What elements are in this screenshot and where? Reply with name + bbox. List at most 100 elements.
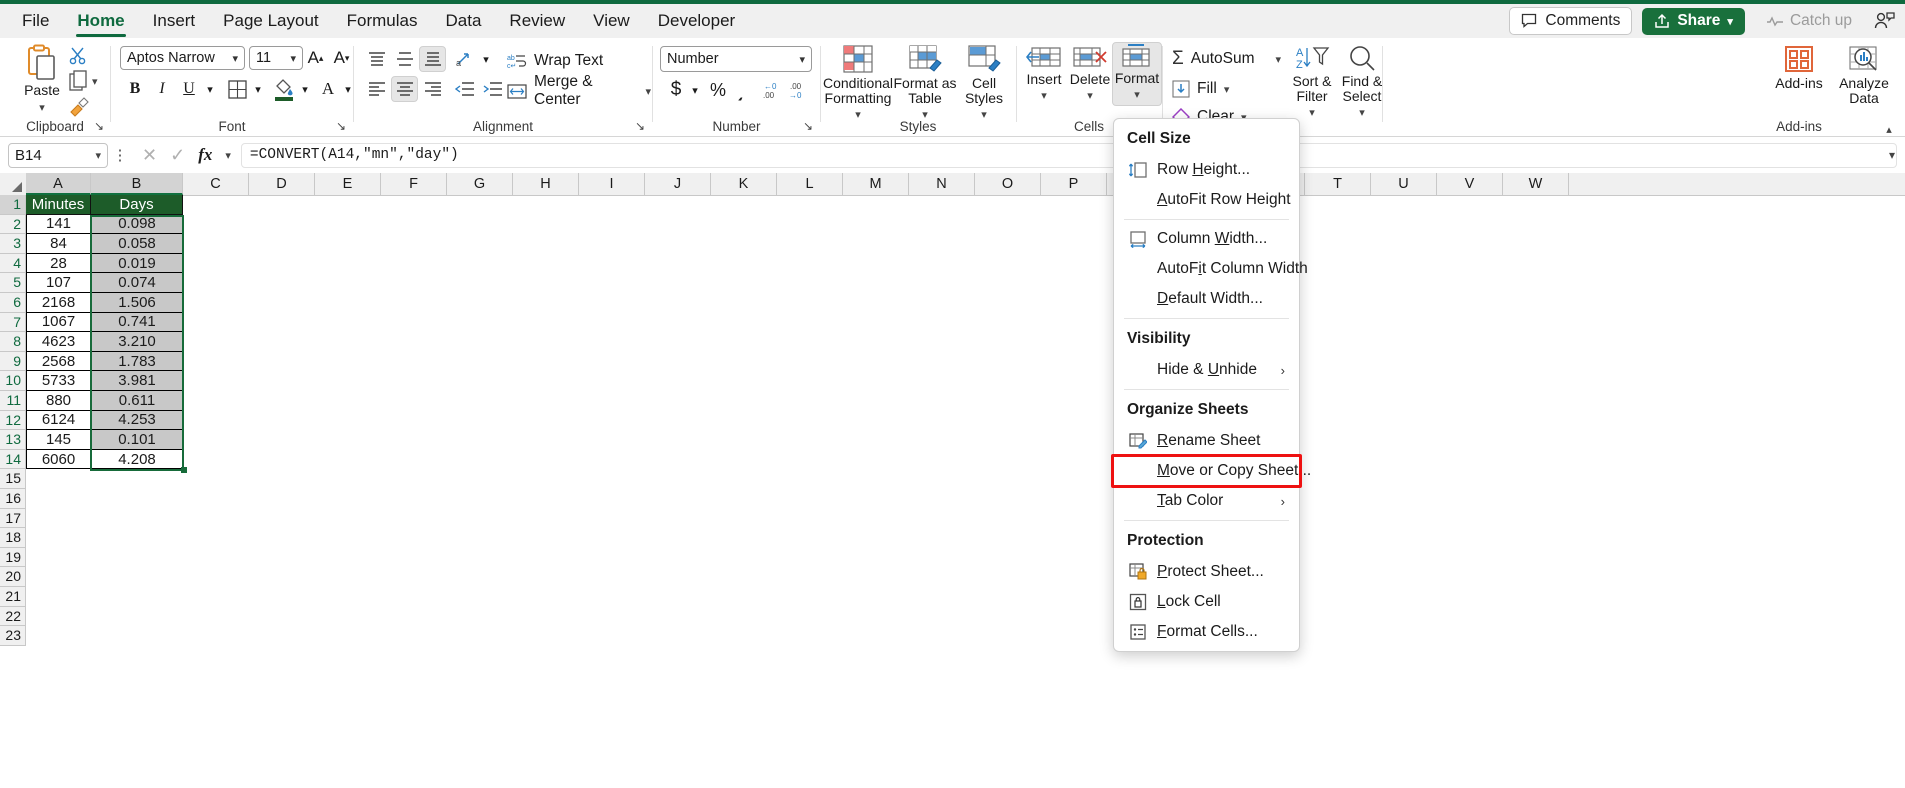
menu-item-autofit-row-height[interactable]: AutoFit Row Height <box>1114 185 1299 215</box>
menu-item-hide-unhide[interactable]: Hide & Unhide › <box>1114 355 1299 385</box>
catch-up-button[interactable]: Catch up <box>1755 7 1863 35</box>
copy-icon[interactable]: ▾ <box>68 70 106 92</box>
autosum-button[interactable]: Σ AutoSum ▾ <box>1172 46 1281 72</box>
row-header-13[interactable]: 13 <box>0 430 26 450</box>
orientation-button[interactable]: a <box>451 46 478 72</box>
cell-A11[interactable]: 880 <box>26 391 91 411</box>
sort-filter-button[interactable]: AZ Sort & Filter ▾ <box>1284 44 1340 121</box>
collapse-ribbon-button[interactable]: ▴ <box>1879 122 1899 136</box>
chevron-down-icon[interactable]: ▾ <box>251 78 265 100</box>
row-header-7[interactable]: 7 <box>0 312 26 333</box>
row-header-21[interactable]: 21 <box>0 587 26 607</box>
row-header-12[interactable]: 12 <box>0 410 26 431</box>
format-as-table-button[interactable]: Format as Table ▾ <box>892 44 958 123</box>
align-right-button[interactable] <box>419 76 446 102</box>
menu-item-rename-sheet[interactable]: Rename Sheet <box>1114 426 1299 456</box>
chevron-down-icon[interactable]: ▾ <box>1087 90 1093 102</box>
column-header-O[interactable]: O <box>975 173 1041 195</box>
column-header-F[interactable]: F <box>381 173 447 195</box>
cell-B6[interactable]: 1.506 <box>91 293 183 313</box>
row-header-19[interactable]: 19 <box>0 547 26 568</box>
chevron-down-icon[interactable]: ▾ <box>1224 83 1230 96</box>
cell-B5[interactable]: 0.074 <box>91 273 183 293</box>
tab-insert[interactable]: Insert <box>139 4 210 38</box>
column-header-K[interactable]: K <box>711 173 777 195</box>
column-header-H[interactable]: H <box>513 173 579 195</box>
chevron-down-icon[interactable]: ▾ <box>645 85 651 98</box>
chevron-down-icon[interactable]: ▾ <box>479 48 493 70</box>
row-header-3[interactable]: 3 <box>0 234 26 254</box>
chevron-down-icon[interactable]: ▾ <box>298 78 312 100</box>
name-box[interactable]: B14 ▾ <box>8 142 108 168</box>
cell-B10[interactable]: 3.981 <box>91 371 183 391</box>
cell-A4[interactable]: 28 <box>26 253 91 274</box>
align-bottom-button[interactable] <box>419 46 446 72</box>
align-middle-button[interactable] <box>391 46 418 72</box>
decrease-font-size-button[interactable]: A ▾ <box>330 46 353 70</box>
underline-button[interactable]: U <box>176 76 202 102</box>
increase-indent-button[interactable] <box>479 76 506 102</box>
column-header-P[interactable]: P <box>1041 173 1107 195</box>
menu-item-tab-color[interactable]: Tab Color › <box>1114 486 1299 516</box>
cut-icon[interactable] <box>68 46 90 68</box>
column-header-V[interactable]: V <box>1437 173 1503 195</box>
column-header-W[interactable]: W <box>1503 173 1569 195</box>
cell-styles-button[interactable]: Cell Styles ▾ <box>956 44 1012 123</box>
cell-B4[interactable]: 0.019 <box>91 253 183 274</box>
tab-file[interactable]: File <box>8 4 63 38</box>
row-header-11[interactable]: 11 <box>0 391 26 411</box>
chevron-down-icon[interactable]: ▾ <box>225 149 231 162</box>
chevron-down-icon[interactable]: ▾ <box>1276 53 1282 66</box>
chevron-down-icon[interactable]: ▾ <box>799 53 805 66</box>
delete-cells-button[interactable]: Delete ▾ <box>1066 44 1114 104</box>
align-center-button[interactable] <box>391 76 418 102</box>
row-header-6[interactable]: 6 <box>0 293 26 313</box>
column-header-J[interactable]: J <box>645 173 711 195</box>
people-add-icon[interactable] <box>1873 10 1895 32</box>
find-select-button[interactable]: Find & Select ▾ <box>1336 44 1388 121</box>
cell-A5[interactable]: 107 <box>26 273 91 293</box>
chevron-down-icon[interactable]: ▾ <box>203 78 217 100</box>
chevron-down-icon[interactable]: ▾ <box>1134 89 1140 101</box>
currency-format-button[interactable]: $ <box>664 78 688 102</box>
fill-button[interactable]: Fill ▾ <box>1172 76 1229 102</box>
column-header-A[interactable]: A <box>26 173 91 195</box>
column-header-U[interactable]: U <box>1371 173 1437 195</box>
cell-A2[interactable]: 141 <box>26 214 91 235</box>
number-format-combo[interactable]: Number ▾ <box>660 46 812 72</box>
menu-item-lock-cell[interactable]: Lock Cell <box>1114 587 1299 617</box>
column-header-E[interactable]: E <box>315 173 381 195</box>
comments-button[interactable]: Comments <box>1509 7 1633 35</box>
chevron-down-icon[interactable]: ▾ <box>1727 15 1733 28</box>
cell-B1[interactable]: Days <box>91 195 183 215</box>
row-header-23[interactable]: 23 <box>0 626 26 646</box>
expand-formula-bar-icon[interactable]: ▾ <box>1889 148 1895 162</box>
tab-review[interactable]: Review <box>495 4 579 38</box>
merge-center-button[interactable]: Merge & Center ▾ <box>507 73 651 108</box>
row-header-1[interactable]: 1 <box>0 195 26 215</box>
tab-developer[interactable]: Developer <box>644 4 750 38</box>
clipboard-dialog-launcher[interactable]: ↘ <box>94 119 104 133</box>
analyze-data-button[interactable]: Analyze Data <box>1832 44 1896 106</box>
font-name-combo[interactable]: Aptos Narrow ▾ <box>120 46 245 70</box>
align-top-button[interactable] <box>363 46 390 72</box>
chevron-down-icon[interactable]: ▾ <box>95 149 101 162</box>
menu-item-autofit-column-width[interactable]: AutoFit Column Width <box>1114 254 1308 284</box>
chevron-down-icon[interactable]: ▾ <box>290 52 296 65</box>
format-cells-ribbon-button[interactable]: Format ▾ <box>1112 42 1162 106</box>
column-header-I[interactable]: I <box>579 173 645 195</box>
column-header-D[interactable]: D <box>249 173 315 195</box>
tab-home[interactable]: Home <box>63 4 138 38</box>
formula-input[interactable]: =CONVERT(A14,"mn","day") <box>240 142 1897 168</box>
row-header-8[interactable]: 8 <box>0 332 26 352</box>
chevron-down-icon[interactable]: ▾ <box>1309 107 1315 119</box>
cell-A3[interactable]: 84 <box>26 234 91 254</box>
comma-format-button[interactable]: ͵ <box>730 78 752 102</box>
chevron-down-icon[interactable]: ▾ <box>232 52 238 65</box>
cell-B8[interactable]: 3.210 <box>91 332 183 352</box>
column-header-L[interactable]: L <box>777 173 843 195</box>
share-button[interactable]: Share ▾ <box>1642 7 1745 35</box>
formula-bar-options-icon[interactable]: ⋮ <box>111 146 129 164</box>
cell-B14[interactable]: 4.208 <box>91 449 183 470</box>
cell-A14[interactable]: 6060 <box>26 449 91 470</box>
